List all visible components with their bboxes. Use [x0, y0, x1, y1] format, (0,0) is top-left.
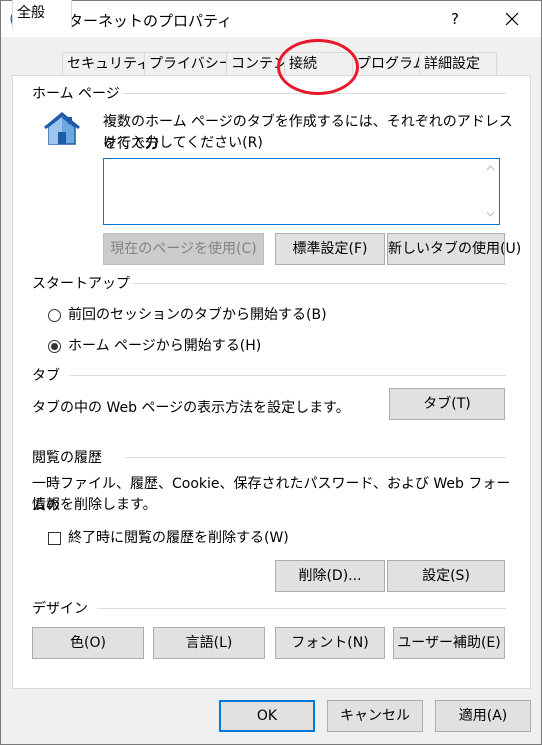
- tab-connections[interactable]: 接続: [284, 52, 354, 76]
- tabs-description: タブの中の Web ページの表示方法を設定します。: [32, 400, 350, 416]
- history-settings-button[interactable]: 設定(S): [387, 560, 505, 592]
- delete-history-button[interactable]: 削除(D)...: [275, 560, 385, 592]
- tab-security[interactable]: セキュリティ: [62, 52, 146, 76]
- title-bar: インターネットのプロパティ ?: [1, 1, 541, 37]
- homepage-address-input[interactable]: [103, 158, 500, 225]
- use-new-tab-button[interactable]: 新しいタブの使用(U): [387, 233, 521, 265]
- apply-button[interactable]: 適用(A): [435, 700, 531, 732]
- tab-content[interactable]: コンテンツ: [226, 52, 286, 76]
- tabs-settings-button[interactable]: タブ(T): [389, 388, 505, 420]
- scroll-up-icon: [486, 165, 495, 171]
- use-default-button[interactable]: 標準設定(F): [275, 233, 385, 265]
- history-group-label: 閲覧の履歴: [32, 447, 108, 467]
- use-current-button[interactable]: 現在のページを使用(C): [103, 233, 264, 265]
- tab-general[interactable]: 全般: [12, 0, 72, 29]
- home-icon: [41, 110, 83, 148]
- colors-button[interactable]: 色(O): [32, 627, 144, 659]
- design-group-label: デザイン: [32, 598, 94, 618]
- help-button[interactable]: ?: [433, 3, 477, 35]
- close-icon: [505, 12, 519, 26]
- history-description-line2: 情報を削除します。: [32, 497, 157, 513]
- homepage-address-scrollbar[interactable]: [482, 159, 499, 224]
- delete-on-exit-checkbox[interactable]: [48, 532, 61, 545]
- accessibility-button[interactable]: ユーザー補助(E): [393, 627, 505, 659]
- ok-button[interactable]: OK: [219, 700, 315, 732]
- general-tab-panel: ホーム ページ 複数のホーム ページのタブを作成するには、それぞれのアドレスを行…: [12, 75, 531, 689]
- startup-tabs-label[interactable]: 前回のセッションのタブから開始する(B): [68, 304, 327, 326]
- delete-on-exit-label[interactable]: 終了時に閲覧の履歴を削除する(W): [68, 527, 289, 549]
- cancel-button[interactable]: キャンセル: [327, 700, 423, 732]
- homepage-group-label: ホーム ページ: [32, 83, 126, 103]
- tabs-group-label: タブ: [32, 365, 66, 385]
- languages-button[interactable]: 言語(L): [153, 627, 265, 659]
- startup-home-radio[interactable]: [48, 340, 61, 353]
- homepage-description-line2: けて入力してください(R): [103, 135, 263, 151]
- startup-home-label[interactable]: ホーム ページから開始する(H): [68, 335, 261, 357]
- tabs-divider: [69, 375, 506, 376]
- close-button[interactable]: [489, 3, 535, 35]
- startup-divider: [133, 283, 506, 284]
- fonts-button[interactable]: フォント(N): [275, 627, 385, 659]
- startup-group-label: スタートアップ: [32, 273, 136, 293]
- radio-selected-dot: [51, 343, 58, 350]
- internet-properties-dialog: インターネットのプロパティ ? 全般 セキュリティ プライバシー コンテンツ 接…: [0, 0, 542, 745]
- scroll-down-icon: [486, 211, 495, 217]
- design-divider: [97, 608, 506, 609]
- tab-privacy[interactable]: プライバシー: [144, 52, 228, 76]
- tab-advanced[interactable]: 詳細設定: [419, 52, 497, 76]
- homepage-divider: [123, 93, 506, 94]
- startup-tabs-radio[interactable]: [48, 309, 61, 322]
- history-divider: [125, 457, 506, 458]
- tab-programs[interactable]: プログラム: [352, 52, 425, 76]
